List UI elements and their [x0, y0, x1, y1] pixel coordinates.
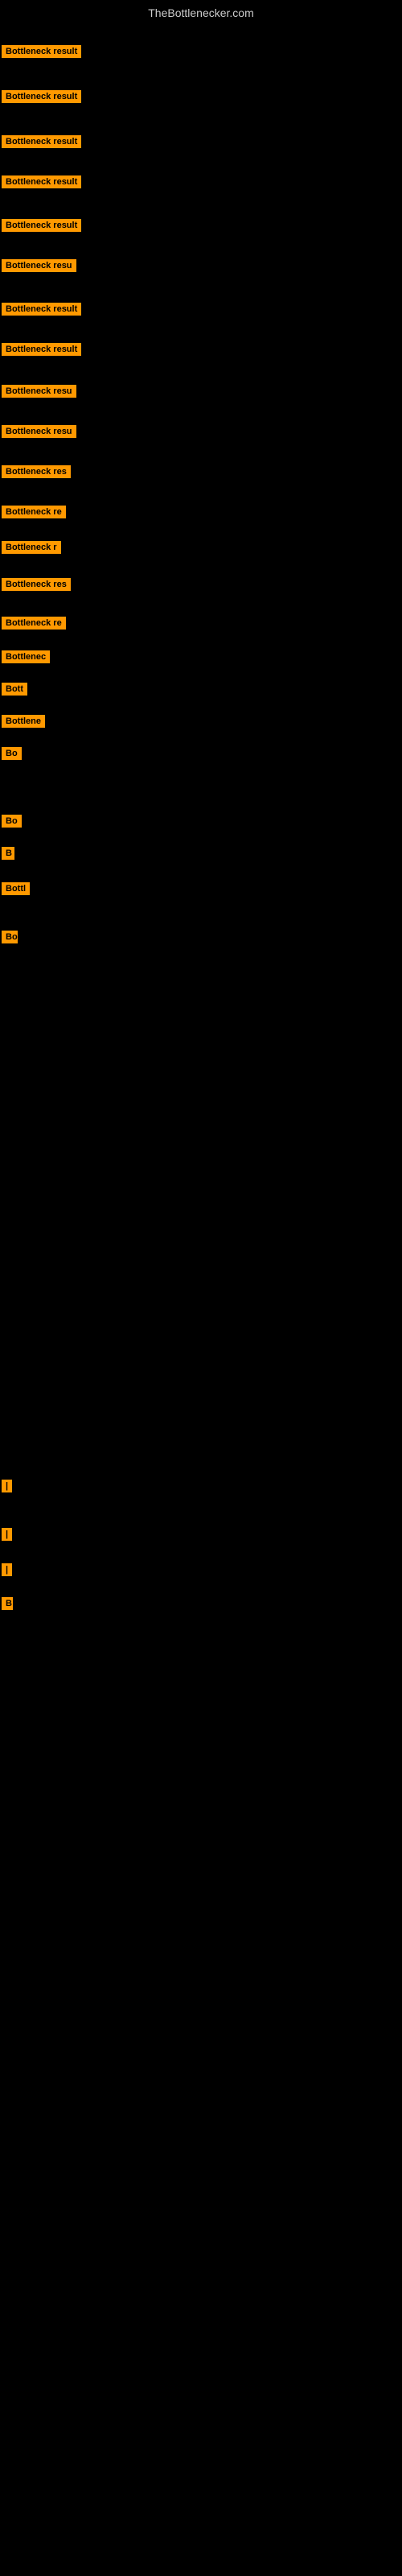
bottleneck-badge-container-21: Bottl: [2, 882, 30, 899]
bottleneck-badge: Bottlene: [2, 715, 45, 728]
bottleneck-badge-container-24: |: [2, 1528, 12, 1545]
bottleneck-badge: Bottleneck resu: [2, 259, 76, 272]
bottleneck-badge-container-12: Bottleneck r: [2, 541, 61, 558]
bottleneck-badge-container-22: Bo: [2, 931, 18, 947]
bottleneck-badge: |: [2, 1480, 12, 1492]
bottleneck-badge: Bott: [2, 683, 27, 696]
bottleneck-badge-container-20: B: [2, 847, 14, 864]
bottleneck-badge-container-16: Bott: [2, 683, 27, 700]
bottleneck-badge: Bo: [2, 815, 22, 828]
bottleneck-badge: Bottl: [2, 882, 30, 895]
bottleneck-badge: Bottleneck r: [2, 541, 61, 554]
bottleneck-badge: Bottleneck res: [2, 578, 71, 591]
bottleneck-badge-container-19: Bo: [2, 815, 22, 832]
bottleneck-badge-container-17: Bottlene: [2, 715, 45, 732]
bottleneck-badge: Bottleneck result: [2, 175, 81, 188]
bottleneck-badge: Bottlenec: [2, 650, 50, 663]
bottleneck-badge-container-13: Bottleneck res: [2, 578, 71, 595]
bottleneck-badge: Bottleneck re: [2, 617, 66, 630]
bottleneck-badge-container-0: Bottleneck result: [2, 45, 81, 62]
bottleneck-badge: Bottleneck result: [2, 343, 81, 356]
bottleneck-badge-container-26: B: [2, 1597, 13, 1614]
bottleneck-badge: Bottleneck result: [2, 45, 81, 58]
bottleneck-badge-container-6: Bottleneck result: [2, 303, 81, 320]
bottleneck-badge: Bottleneck resu: [2, 385, 76, 398]
bottleneck-badge-container-7: Bottleneck result: [2, 343, 81, 360]
bottleneck-badge: |: [2, 1563, 12, 1576]
bottleneck-badge-container-4: Bottleneck result: [2, 219, 81, 236]
bottleneck-badge-container-14: Bottleneck re: [2, 617, 66, 634]
bottleneck-badge-container-15: Bottlenec: [2, 650, 50, 667]
bottleneck-badge: Bo: [2, 747, 22, 760]
bottleneck-badge-container-18: Bo: [2, 747, 22, 764]
bottleneck-badge: Bottleneck re: [2, 506, 66, 518]
bottleneck-badge: Bottleneck res: [2, 465, 71, 478]
bottleneck-badge-container-9: Bottleneck resu: [2, 425, 76, 442]
bottleneck-badge-container-5: Bottleneck resu: [2, 259, 76, 276]
bottleneck-badge-container-2: Bottleneck result: [2, 135, 81, 152]
bottleneck-badge-container-3: Bottleneck result: [2, 175, 81, 192]
site-title: TheBottlenecker.com: [0, 0, 402, 23]
bottleneck-badge: B: [2, 847, 14, 860]
bottleneck-badge-container-23: |: [2, 1480, 12, 1496]
bottleneck-badge: Bo: [2, 931, 18, 943]
bottleneck-badge-container-11: Bottleneck re: [2, 506, 66, 522]
bottleneck-badge: B: [2, 1597, 13, 1610]
bottleneck-badge: Bottleneck result: [2, 135, 81, 148]
bottleneck-badge-container-25: |: [2, 1563, 12, 1580]
bottleneck-badge: Bottleneck result: [2, 219, 81, 232]
bottleneck-badge: Bottleneck result: [2, 90, 81, 103]
bottleneck-badge-container-8: Bottleneck resu: [2, 385, 76, 402]
bottleneck-badge: Bottleneck resu: [2, 425, 76, 438]
bottleneck-badge: |: [2, 1528, 12, 1541]
bottleneck-badge: Bottleneck result: [2, 303, 81, 316]
bottleneck-badge-container-1: Bottleneck result: [2, 90, 81, 107]
bottleneck-badge-container-10: Bottleneck res: [2, 465, 71, 482]
